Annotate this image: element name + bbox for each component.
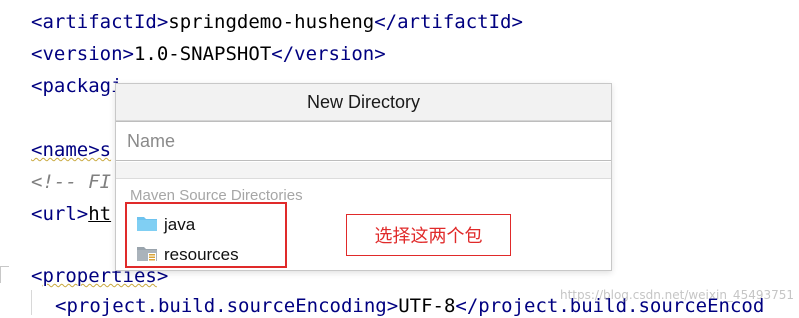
indent-guide [31,290,32,315]
popup-separator [116,162,611,179]
fold-marker[interactable] [0,266,9,283]
code-line-cut [31,0,54,10]
code-line-url: <url>ht [31,203,112,225]
watermark: https://blog.csdn.net/weixin_45493751 [560,288,795,302]
code-line-artifactid: <artifactId>springdemo-husheng</artifact… [31,11,523,33]
code-line-packaging: <packagi [31,75,123,97]
dir-item-java[interactable]: java [136,213,195,237]
blue-folder-icon [136,214,158,237]
code-line-version: <version>1.0-SNAPSHOT</version> [31,43,386,65]
section-label-maven-source: Maven Source Directories [130,187,303,204]
annotation-callout: 选择这两个包 [346,214,511,256]
directory-name-input[interactable] [116,121,611,161]
dir-item-label: resources [164,245,239,264]
dir-item-resources[interactable]: resources [136,243,239,267]
annotation-callout-text: 选择这两个包 [374,226,483,247]
resources-folder-icon [136,244,158,267]
code-line-name: <name>s [31,139,112,161]
code-line-comment: <!-- FI [31,171,112,193]
popup-title: New Directory [116,84,611,121]
dir-item-label: java [164,215,196,234]
